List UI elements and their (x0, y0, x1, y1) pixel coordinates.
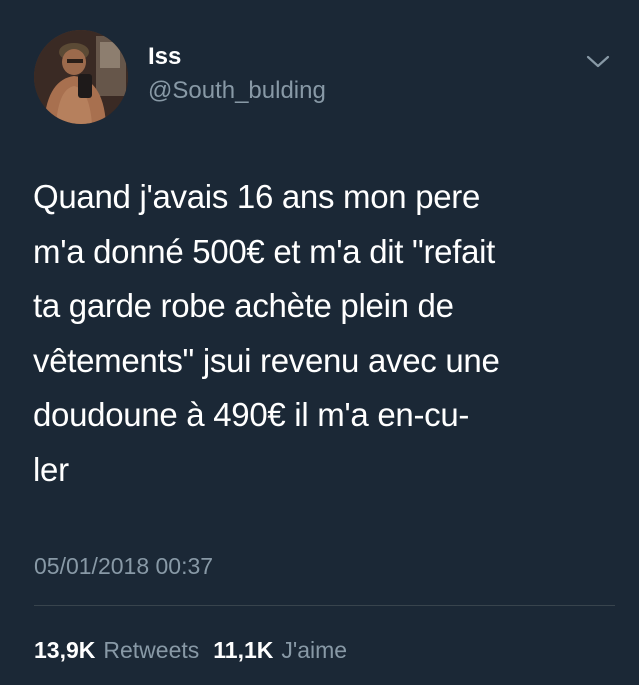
engagement-stats: 13,9K Retweets 11,1K J'aime (34, 636, 347, 664)
timestamp[interactable]: 05/01/2018 00:37 (34, 552, 213, 580)
display-name[interactable]: Iss (148, 43, 181, 71)
tweet-text: Quand j'avais 16 ans mon pere m'a donné … (33, 178, 500, 488)
likes-label: J'aime (281, 637, 348, 663)
user-handle[interactable]: @South_bulding (148, 77, 326, 105)
divider (34, 605, 615, 606)
likes-stat[interactable]: 11,1K J'aime (213, 636, 347, 664)
retweets-label: Retweets (103, 637, 200, 663)
retweets-stat[interactable]: 13,9K Retweets (34, 636, 199, 664)
tweet-card: Iss @South_bulding Quand j'avais 16 ans … (0, 0, 639, 685)
retweets-count: 13,9K (34, 637, 96, 663)
chevron-down-icon[interactable] (584, 52, 612, 72)
likes-count: 11,1K (213, 637, 274, 663)
avatar-photo (34, 30, 128, 124)
avatar[interactable] (34, 30, 128, 124)
